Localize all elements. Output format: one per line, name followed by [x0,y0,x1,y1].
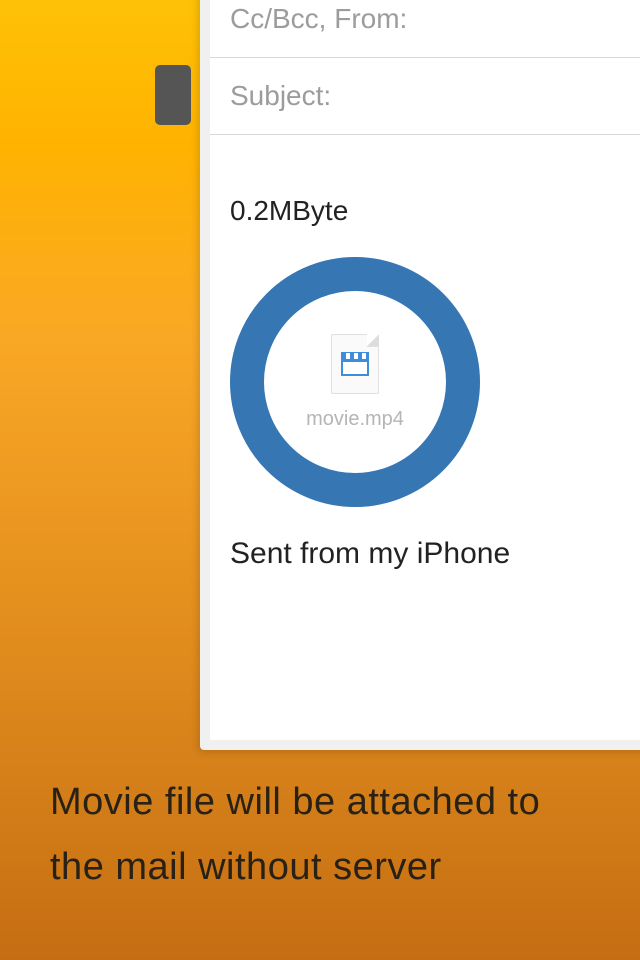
phone-side-button [155,65,191,125]
mail-signature: Sent from my iPhone [230,537,640,571]
ccbcc-from-field[interactable]: Cc/Bcc, From: [210,0,640,58]
attachment-indicator[interactable]: movie.mp4 [230,257,480,507]
file-size-text: 0.2MByte [230,195,640,227]
promo-caption: Movie file will be attached to the mail … [50,770,600,899]
video-file-icon [331,334,379,394]
subject-field[interactable]: Subject: [210,58,640,135]
mail-body[interactable]: 0.2MByte movie.mp4 Sent from my iPhone [210,135,640,591]
ccbcc-from-label: Cc/Bcc, From: [230,3,407,34]
subject-label: Subject: [230,80,331,111]
mail-compose-view: Cc/Bcc, From: Subject: 0.2MByte movie.mp… [210,0,640,591]
phone-frame: Cc/Bcc, From: Subject: 0.2MByte movie.mp… [200,0,640,750]
attachment-filename: movie.mp4 [306,408,404,431]
